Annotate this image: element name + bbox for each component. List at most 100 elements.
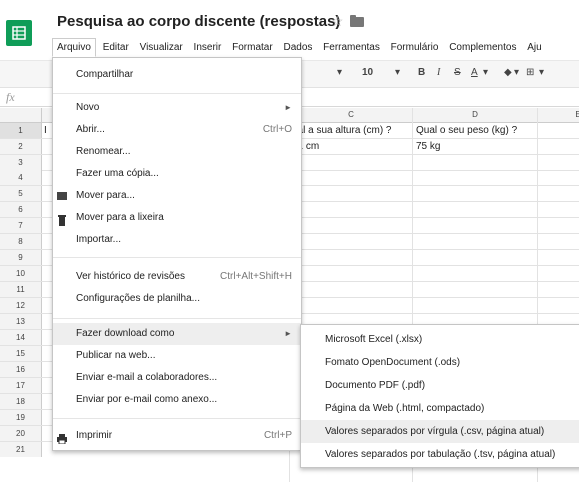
menu-ferramentas[interactable]: Ferramentas: [319, 39, 384, 57]
menu-arquivo[interactable]: Arquivo: [52, 38, 96, 57]
font-size-select[interactable]: 10: [362, 67, 373, 78]
row-header[interactable]: 10: [0, 266, 42, 281]
menu-complementos[interactable]: Complementos: [445, 39, 520, 57]
menu-item-rename[interactable]: Renomear...: [53, 141, 301, 163]
italic-button[interactable]: I: [437, 67, 440, 78]
star-icon[interactable]: ☆: [331, 13, 344, 30]
menu-item-label: Abrir...: [76, 124, 105, 135]
folder-icon[interactable]: [350, 15, 364, 27]
menu-inserir[interactable]: Inserir: [190, 39, 226, 57]
cell[interactable]: 75 kg: [416, 139, 440, 154]
menu-item-move[interactable]: Mover para...: [53, 185, 301, 207]
download-submenu: Microsoft Excel (.xlsx) Fomato OpenDocum…: [300, 324, 579, 468]
text-color-arrow-icon[interactable]: ▾: [483, 67, 488, 78]
menu-item-label: Ver histórico de revisões: [76, 271, 185, 282]
borders-arrow-icon[interactable]: ▾: [539, 67, 544, 78]
download-html[interactable]: Página da Web (.html, compactado): [301, 397, 579, 420]
row-header[interactable]: 11: [0, 282, 42, 297]
menu-visualizar[interactable]: Visualizar: [136, 39, 187, 57]
menu-item-settings[interactable]: Configurações de planilha...: [53, 288, 301, 310]
row-header[interactable]: 15: [0, 346, 42, 361]
shortcut-label: Ctrl+P: [263, 430, 292, 441]
menu-item-label: Importar...: [76, 234, 122, 245]
font-size-arrow-icon[interactable]: ▾: [395, 67, 400, 78]
row-header[interactable]: 20: [0, 426, 42, 441]
row-header[interactable]: 9: [0, 250, 42, 265]
submenu-arrow-icon: ►: [284, 103, 292, 112]
menu-item-copy[interactable]: Fazer uma cópia...: [53, 163, 301, 185]
menu-item-open[interactable]: Abrir... Ctrl+O: [53, 119, 301, 141]
row-header[interactable]: 6: [0, 202, 42, 217]
download-ods[interactable]: Fomato OpenDocument (.ods): [301, 351, 579, 374]
row-header[interactable]: 14: [0, 330, 42, 345]
submenu-arrow-icon: ►: [284, 329, 292, 338]
menu-item-label: Fazer download como: [76, 328, 175, 339]
column-header-d[interactable]: D: [413, 108, 538, 122]
menu-ajuda[interactable]: Aju: [523, 39, 545, 57]
document-title[interactable]: Pesquisa ao corpo discente (respostas): [57, 13, 340, 30]
row-header[interactable]: 4: [0, 170, 42, 185]
menu-item-email-attachment[interactable]: Enviar por e-mail como anexo...: [53, 389, 301, 411]
row-header[interactable]: 17: [0, 378, 42, 393]
shortcut-label: Ctrl+Alt+Shift+H: [220, 271, 292, 282]
row-header[interactable]: 12: [0, 298, 42, 313]
menu-item-share[interactable]: Compartilhar: [53, 64, 301, 86]
menu-item-label: Mover para...: [76, 190, 135, 201]
corner-select-all[interactable]: [0, 108, 42, 122]
menu-divider: [53, 318, 301, 319]
menu-item-trash[interactable]: Mover para a lixeira: [53, 207, 301, 229]
text-color-button[interactable]: A: [471, 67, 478, 78]
menu-item-new[interactable]: Novo ►: [53, 97, 301, 119]
menu-formatar[interactable]: Formatar: [228, 39, 277, 57]
download-pdf[interactable]: Documento PDF (.pdf): [301, 374, 579, 397]
shortcut-label: Ctrl+O: [262, 124, 292, 135]
row-header[interactable]: 13: [0, 314, 42, 329]
menu-item-label: Página da Web (.html, compactado): [325, 403, 485, 414]
sheets-logo-icon[interactable]: [6, 20, 32, 46]
fx-icon: fx: [6, 90, 15, 104]
strikethrough-button[interactable]: S: [454, 67, 461, 78]
menu-item-label: Valores separados por vírgula (.csv, pág…: [325, 426, 545, 437]
cell[interactable]: ual a sua altura (cm) ?: [292, 123, 392, 138]
row-header[interactable]: 21: [0, 442, 42, 457]
row-header[interactable]: 18: [0, 394, 42, 409]
row-header[interactable]: 16: [0, 362, 42, 377]
menu-item-label: Imprimir: [76, 430, 113, 441]
fill-color-icon[interactable]: ◆: [504, 67, 512, 78]
row-header[interactable]: 5: [0, 186, 42, 201]
bold-button[interactable]: B: [418, 67, 425, 78]
row-header[interactable]: 2: [0, 139, 42, 154]
menu-item-download[interactable]: Fazer download como ►: [53, 323, 301, 345]
column-header-c[interactable]: C: [290, 108, 413, 122]
menu-item-email-collaborators[interactable]: Enviar e-mail a colaboradores...: [53, 367, 301, 389]
row-header[interactable]: 7: [0, 218, 42, 233]
borders-icon[interactable]: ⊞: [526, 67, 534, 78]
folder-icon: [57, 192, 67, 200]
cell[interactable]: I: [44, 123, 47, 138]
printer-icon: [57, 431, 67, 445]
menu-dados[interactable]: Dados: [279, 39, 316, 57]
row-header[interactable]: 19: [0, 410, 42, 425]
download-tsv[interactable]: Valores separados por tabulação (.tsv, p…: [301, 443, 579, 466]
column-header-e[interactable]: E: [538, 108, 579, 122]
fill-color-arrow-icon[interactable]: ▾: [514, 67, 519, 78]
menu-item-label: Renomear...: [76, 146, 131, 157]
menu-item-label: Valores separados por tabulação (.tsv, p…: [325, 449, 556, 460]
menu-item-label: Novo: [76, 102, 100, 113]
menu-editar[interactable]: Editar: [99, 39, 133, 57]
row-header[interactable]: 8: [0, 234, 42, 249]
menu-item-publish[interactable]: Publicar na web...: [53, 345, 301, 367]
menu-item-label: Fomato OpenDocument (.ods): [325, 357, 461, 368]
menu-item-import[interactable]: Importar...: [53, 229, 301, 251]
font-dropdown-arrow-icon[interactable]: ▾: [337, 67, 342, 78]
cell[interactable]: Qual o seu peso (kg) ?: [416, 123, 517, 138]
row-header[interactable]: 3: [0, 155, 42, 170]
download-csv[interactable]: Valores separados por vírgula (.csv, pág…: [301, 420, 579, 443]
menu-item-history[interactable]: Ver histórico de revisões Ctrl+Alt+Shift+…: [53, 266, 301, 288]
menu-formulario[interactable]: Formulário: [387, 39, 443, 57]
menu-item-label: Enviar e-mail a colaboradores...: [76, 372, 218, 383]
download-xlsx[interactable]: Microsoft Excel (.xlsx): [301, 328, 579, 351]
menu-item-label: Fazer uma cópia...: [76, 168, 159, 179]
menu-item-print[interactable]: Imprimir Ctrl+P: [53, 425, 301, 447]
row-header[interactable]: 1: [0, 123, 42, 138]
